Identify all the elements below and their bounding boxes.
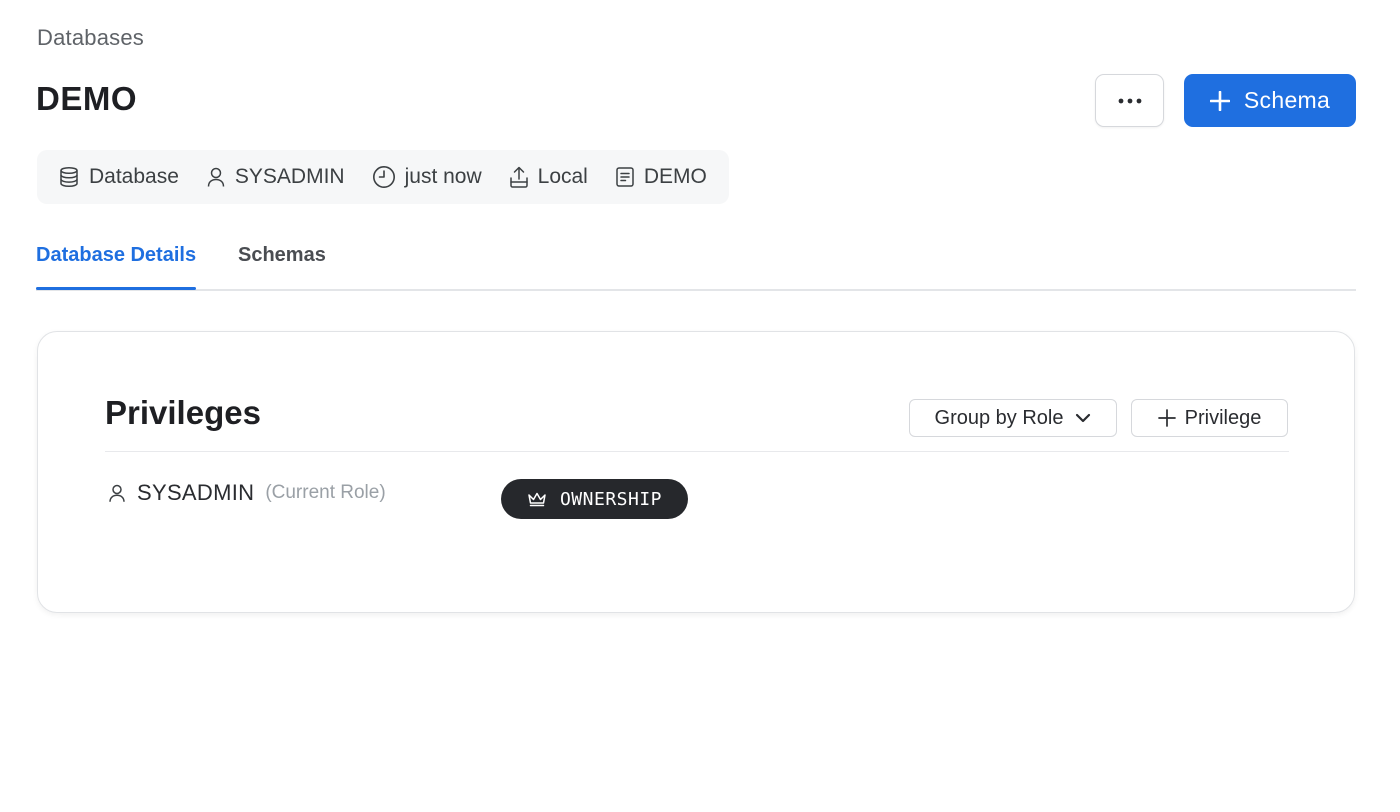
user-icon bbox=[109, 484, 125, 502]
add-schema-button[interactable]: Schema bbox=[1184, 74, 1356, 127]
user-icon bbox=[207, 167, 225, 187]
crown-icon bbox=[528, 492, 546, 507]
add-privilege-button[interactable]: Privilege bbox=[1131, 399, 1288, 437]
privilege-label: OWNERSHIP bbox=[559, 488, 663, 510]
ellipsis-horizontal-icon bbox=[1118, 98, 1141, 103]
object-meta-bar: Database SYSADMIN just now Local DEMO bbox=[37, 150, 729, 204]
meta-source: Local bbox=[509, 165, 588, 189]
chevron-down-icon bbox=[1076, 413, 1091, 423]
meta-label: DEMO bbox=[643, 165, 707, 188]
add-schema-label: Schema bbox=[1243, 87, 1331, 113]
more-actions-button[interactable] bbox=[1095, 74, 1164, 127]
privileges-card: Privileges Group by Role Privilege SYSAD… bbox=[37, 331, 1355, 613]
group-by-role-dropdown[interactable]: Group by Role bbox=[909, 399, 1117, 437]
meta-label: just now bbox=[404, 165, 482, 188]
ownership-privilege-badge: OWNERSHIP bbox=[501, 479, 688, 519]
add-privilege-label: Privilege bbox=[1184, 406, 1262, 429]
plus-icon bbox=[1157, 409, 1176, 427]
meta-object-type: Database bbox=[58, 165, 179, 189]
breadcrumb[interactable]: Databases bbox=[37, 25, 144, 51]
divider bbox=[105, 451, 1289, 452]
tab-database-details[interactable]: Database Details bbox=[36, 244, 197, 290]
privilege-row: SYSADMIN (Current Role) bbox=[108, 480, 386, 506]
document-icon bbox=[616, 167, 634, 187]
database-icon bbox=[60, 166, 78, 188]
current-role-note: (Current Role) bbox=[265, 482, 386, 503]
meta-label: SYSADMIN bbox=[234, 165, 345, 188]
plus-icon bbox=[1209, 90, 1230, 111]
meta-created: just now bbox=[372, 165, 482, 189]
tab-schemas[interactable]: Schemas bbox=[238, 244, 326, 267]
meta-label: Local bbox=[537, 165, 588, 188]
tab-bar: Database Details Schemas bbox=[36, 238, 1356, 291]
meta-owner: SYSADMIN bbox=[206, 165, 345, 189]
meta-label: Database bbox=[89, 165, 179, 188]
meta-database-name: DEMO bbox=[615, 165, 707, 189]
group-by-label: Group by Role bbox=[934, 406, 1064, 429]
page-title: DEMO bbox=[36, 80, 137, 117]
role-name: SYSADMIN bbox=[137, 480, 255, 505]
clock-icon bbox=[372, 166, 395, 188]
upload-icon bbox=[509, 166, 528, 188]
privileges-title: Privileges bbox=[105, 394, 261, 431]
